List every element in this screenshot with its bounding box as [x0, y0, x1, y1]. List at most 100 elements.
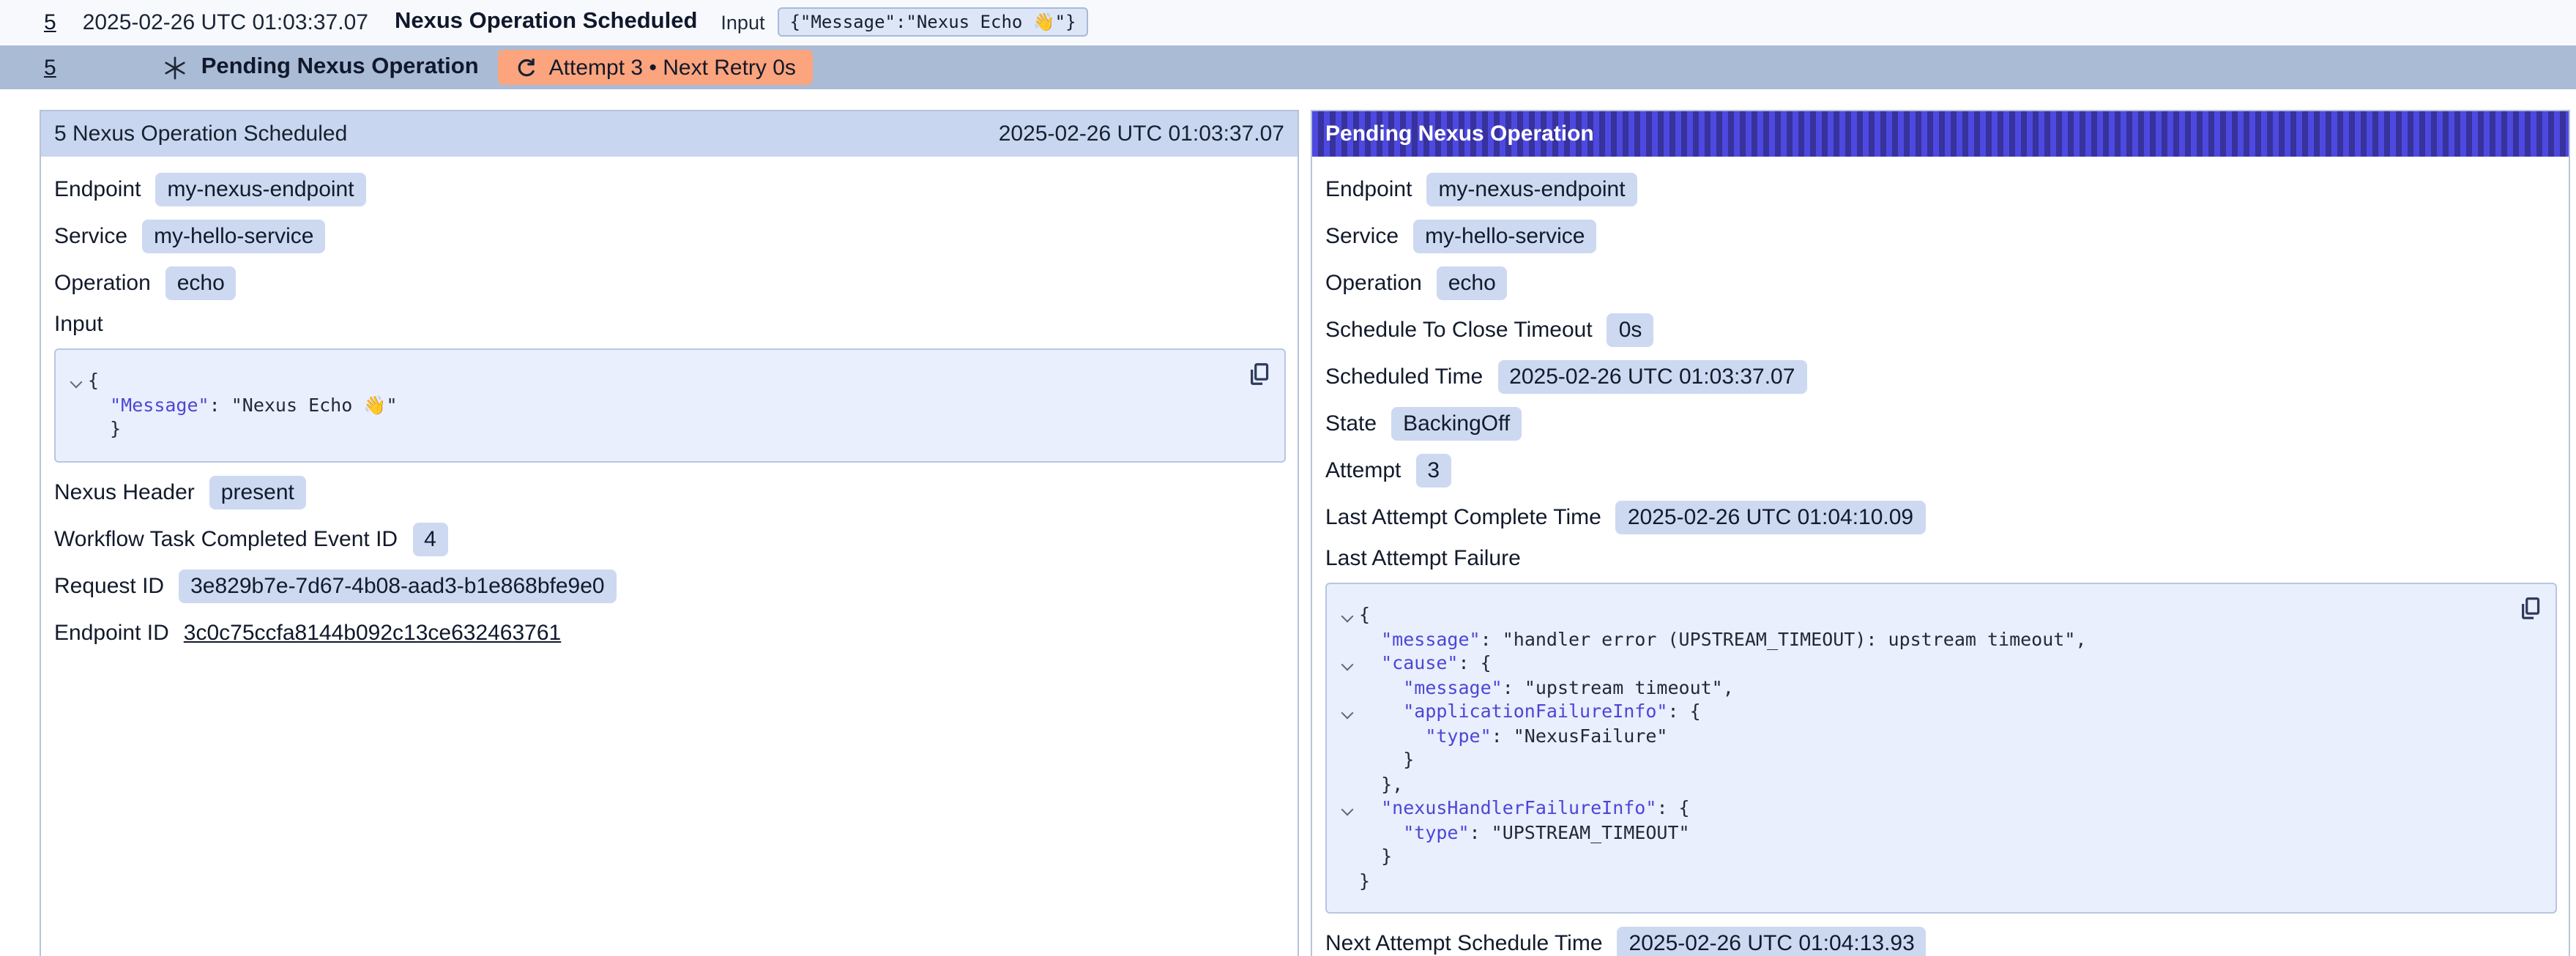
- json-line-text: "cause": {: [1359, 651, 1492, 676]
- field-value-chip: 3e829b7e-7d67-4b08-aad3-b1e868bfe9e0: [179, 569, 617, 602]
- json-line-gutter: [1336, 796, 1359, 814]
- collapse-chevron-icon[interactable]: [1341, 610, 1354, 623]
- field-operation: Operation echo: [54, 265, 1286, 302]
- field-value-chip: present: [209, 475, 306, 509]
- json-line: "nexusHandlerFailureInfo": {: [1336, 796, 2512, 821]
- field-value-chip: my-nexus-endpoint: [155, 173, 365, 206]
- field-value-chip: my-hello-service: [1413, 220, 1596, 253]
- json-line-gutter: [1336, 603, 1359, 621]
- collapse-chevron-icon[interactable]: [1341, 804, 1354, 816]
- field-value-chip: 2025-02-26 UTC 01:04:13.93: [1618, 927, 1927, 956]
- field-value-chip: my-hello-service: [142, 220, 325, 253]
- json-line-text: "type": "UPSTREAM_TIMEOUT": [1359, 821, 1690, 845]
- field-operation: Operationecho: [1325, 265, 2557, 302]
- json-line: "message": "handler error (UPSTREAM_TIME…: [1336, 627, 2512, 651]
- retry-attempt-badge: Attempt 3 • Next Retry 0s: [498, 50, 814, 85]
- json-line-text: "Message": "Nexus Echo 👋": [88, 393, 398, 417]
- json-line: "message": "upstream timeout",: [1336, 676, 2512, 700]
- field-endpoint-id: Endpoint ID 3c0c75ccfa8144b092c13ce632463…: [54, 614, 1286, 651]
- field-label: Service: [1325, 224, 1399, 249]
- panel-timestamp: 2025-02-26 UTC 01:03:37.07: [999, 122, 1284, 146]
- field-value-chip: 2025-02-26 UTC 01:03:37.07: [1497, 360, 1806, 394]
- field-label: Endpoint ID: [54, 620, 169, 645]
- json-line: }: [1336, 845, 2512, 869]
- pending-operation-panel: Pending Nexus Operation Endpoint my-nexus…: [1311, 110, 2570, 956]
- json-line-text: "message": "upstream timeout",: [1359, 676, 1734, 700]
- copy-button[interactable]: [2517, 596, 2542, 621]
- collapse-chevron-icon[interactable]: [1341, 659, 1354, 671]
- collapse-chevron-icon[interactable]: [1341, 707, 1354, 720]
- json-line: "applicationFailureInfo": {: [1336, 700, 2512, 724]
- event-id-link[interactable]: 5: [44, 10, 56, 34]
- copy-button[interactable]: [1246, 362, 1271, 386]
- json-line-text: {: [88, 369, 99, 393]
- field-value-chip: 2025-02-26 UTC 01:04:10.09: [1616, 501, 1925, 534]
- input-payload-chip[interactable]: {"Message":"Nexus Echo 👋"}: [778, 7, 1087, 37]
- field-label: Request ID: [54, 573, 164, 598]
- collapse-chevron-icon[interactable]: [70, 376, 83, 389]
- json-line-text: "type": "NexusFailure": [1359, 724, 1667, 748]
- json-line: "type": "NexusFailure": [1336, 724, 2512, 748]
- json-line: "Message": "Nexus Echo 👋": [64, 393, 1240, 417]
- field-label: State: [1325, 411, 1377, 436]
- input-label: Input: [721, 11, 764, 33]
- json-line-text: "message": "handler error (UPSTREAM_TIME…: [1359, 627, 2086, 651]
- field-value-chip: echo: [165, 266, 237, 300]
- field-value-chip: my-nexus-endpoint: [1426, 173, 1637, 206]
- field-value-link[interactable]: 3c0c75ccfa8144b092c13ce632463761: [184, 620, 561, 645]
- field-last-attempt-complete-time: Last Attempt Complete Time 2025-02-26 UTC…: [1325, 499, 2557, 536]
- field-value-chip: 0s: [1607, 313, 1654, 347]
- field-workflow-task-completed-event-id: Workflow Task Completed Event ID4: [54, 520, 1286, 557]
- json-line-text: }: [1359, 748, 1414, 772]
- field-value-chip: 4: [412, 522, 448, 556]
- field-label: Last Attempt Complete Time: [1325, 505, 1601, 530]
- event-title: Nexus Operation Scheduled: [395, 9, 697, 35]
- panel-header-pending: Pending Nexus Operation: [1312, 111, 2569, 157]
- field-service: Servicemy-hello-service: [54, 218, 1286, 255]
- pending-spinner-icon: [163, 55, 188, 80]
- field-schedule-to-close-timeout: Schedule To Close Timeout0s: [1325, 312, 2557, 348]
- json-line-text: }: [1359, 845, 1392, 869]
- retry-icon: [515, 56, 537, 78]
- field-endpoint: Endpoint my-nexus-endpoint: [54, 171, 1286, 208]
- json-line-text: },: [1359, 772, 1403, 796]
- json-line-gutter: [64, 369, 88, 386]
- history-row-nexus-operation-scheduled[interactable]: 5 2025-02-26 UTC 01:03:37.07 Nexus Opera…: [0, 0, 2576, 45]
- event-detail-panel-scheduled: 5 Nexus Operation Scheduled 2025-02-26 U…: [40, 110, 1299, 956]
- json-line: }: [64, 417, 1240, 441]
- field-service: Service my-hello-service: [1325, 218, 2557, 255]
- field-request-id: Request ID 3e829b7e-7d67-4b08-aad3-b1e868…: [54, 567, 1286, 604]
- field-attempt: Attempt 3: [1325, 452, 2557, 489]
- field-label: Endpoint: [1325, 177, 1412, 202]
- json-line: }: [1336, 748, 2512, 772]
- json-line-gutter: [1336, 651, 1359, 669]
- field-label: Endpoint: [54, 177, 141, 202]
- event-id-link[interactable]: 5: [44, 55, 56, 80]
- field-label: Scheduled Time: [1325, 365, 1483, 389]
- json-line-text: "nexusHandlerFailureInfo": {: [1359, 796, 1690, 821]
- json-line-text: {: [1359, 603, 1370, 627]
- json-line-gutter: [1336, 700, 1359, 717]
- json-line-text: }: [1359, 869, 1370, 893]
- field-label: Attempt: [1325, 458, 1401, 483]
- field-next-attempt-schedule-time: Next Attempt Schedule Time2025-02-26 UTC…: [1325, 925, 2557, 956]
- history-row-pending-nexus-operation[interactable]: 5 Pending Nexus Operation Attempt 3 • Ne…: [0, 45, 2576, 91]
- field-label: Nexus Header: [54, 479, 195, 504]
- nexus-event-history-view: 5 2025-02-26 UTC 01:03:37.07 Nexus Opera…: [0, 0, 2576, 956]
- field-value-chip: echo: [1437, 266, 1508, 300]
- copy-icon: [2517, 596, 2542, 621]
- copy-icon: [1246, 362, 1271, 386]
- input-json-block: { "Message": "Nexus Echo 👋" }: [54, 348, 1286, 462]
- panel-title: 5 Nexus Operation Scheduled: [54, 122, 347, 146]
- failure-block-label: Last Attempt Failure: [1325, 546, 2557, 575]
- field-state: StateBackingOff: [1325, 406, 2557, 442]
- panel-header-scheduled: 5 Nexus Operation Scheduled 2025-02-26 U…: [41, 111, 1298, 157]
- json-line: "type": "UPSTREAM_TIMEOUT": [1336, 821, 2512, 845]
- json-line-text: }: [88, 417, 121, 441]
- json-line-text: "applicationFailureInfo": {: [1359, 700, 1701, 724]
- field-value-chip: 3: [1415, 454, 1451, 488]
- retry-badge-label: Attempt 3 • Next Retry 0s: [549, 55, 796, 80]
- last-attempt-failure-json-block: { "message": "handler error (UPSTREAM_TI…: [1325, 583, 2557, 914]
- json-line: "cause": {: [1336, 651, 2512, 676]
- field-label: Operation: [54, 271, 151, 296]
